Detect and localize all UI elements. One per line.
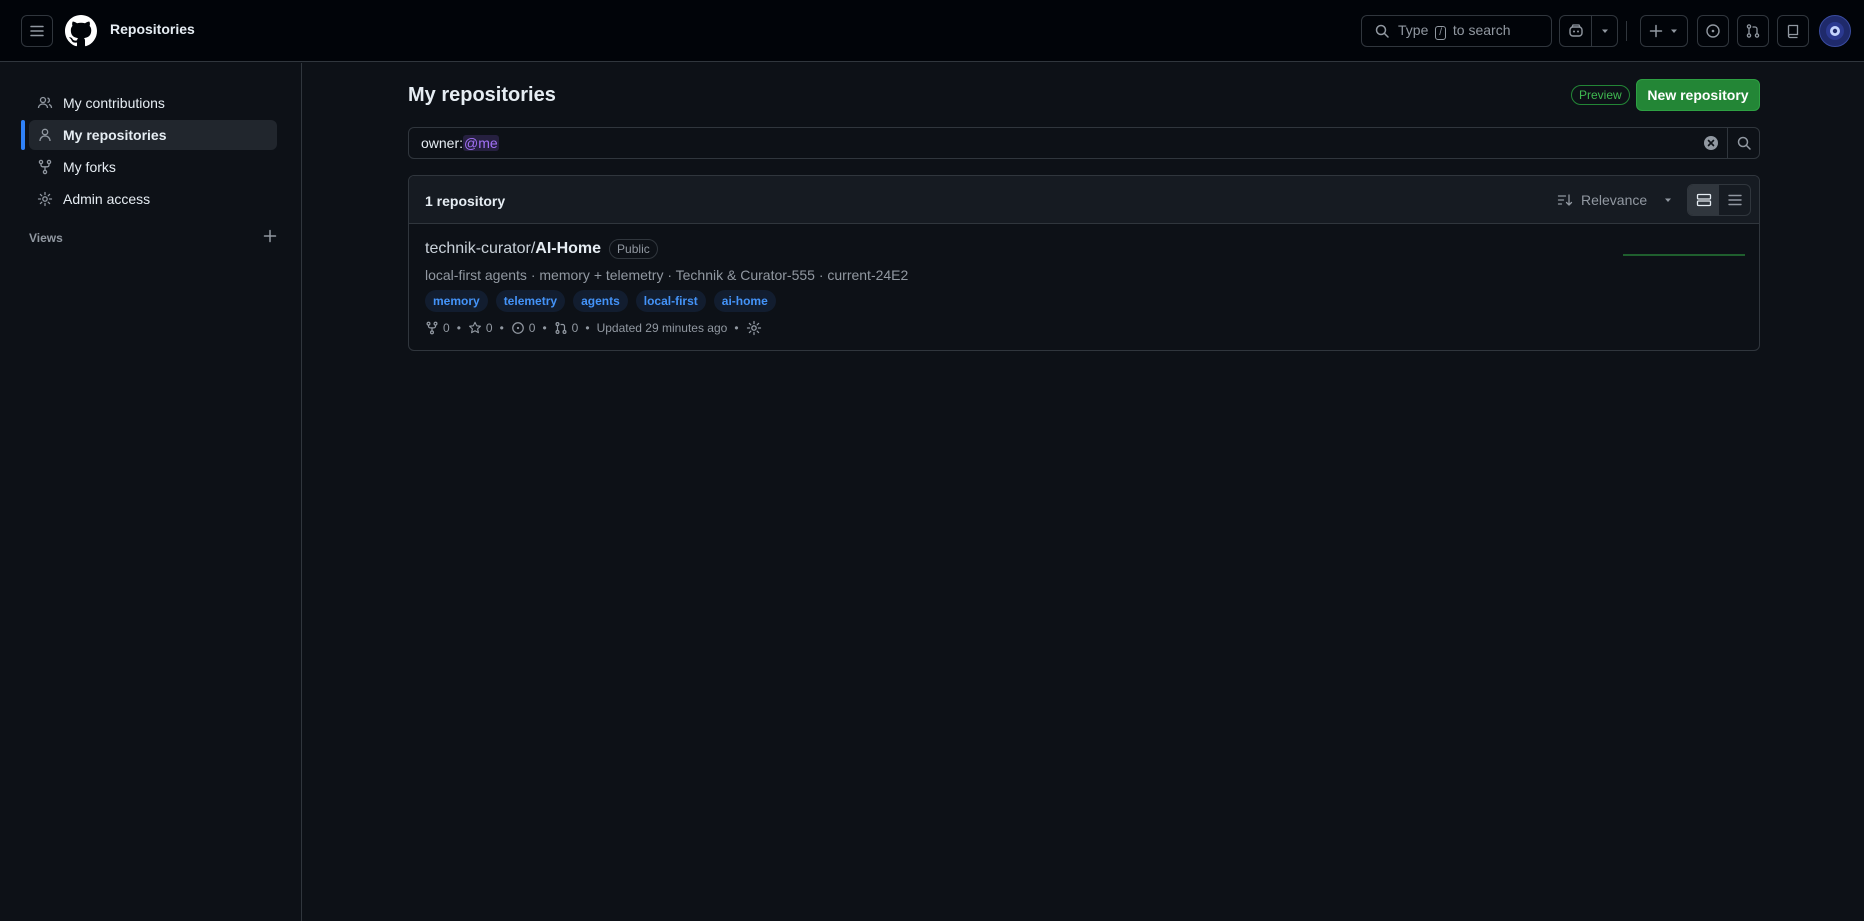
pulls-value: 0 [571,321,579,335]
filter-search-button[interactable] [1727,127,1759,159]
stars-value: 0 [485,321,493,335]
copilot-icon [1568,24,1583,37]
issues-button[interactable] [1697,15,1729,47]
triangle-down-icon [1671,29,1677,33]
sidebar-item-label: My forks [63,159,116,175]
repo-owner: technik-curator/ [425,240,536,257]
forks-value: 0 [443,321,450,335]
repo-meta: 0 • 0 • 0 • 0 • Updated 29 minutes ago • [425,320,762,336]
top-header: Repositories Type / to search [0,0,1864,62]
card-view-icon [1696,193,1711,207]
copilot-button[interactable] [1560,16,1592,46]
add-view-icon[interactable] [262,228,278,244]
avatar-icon [1826,22,1844,40]
visibility-badge: Public [609,239,658,259]
sidebar-item-my-forks[interactable]: My forks [29,152,277,182]
sidebar-item-my-contributions[interactable]: My contributions [29,88,277,118]
search-placeholder-prefix: Type [1398,22,1429,38]
page-context-title[interactable]: Repositories [110,21,195,37]
pull-request-icon [1746,24,1760,38]
gear-icon [37,191,53,207]
forks-count[interactable]: 0 [425,321,450,335]
search-icon [1737,136,1751,150]
copilot-button-group [1559,15,1618,47]
list-view-icon [1727,194,1742,206]
active-nav-indicator [21,120,25,150]
meta-separator: • [734,321,739,335]
search-icon [1375,24,1389,38]
sidebar-item-my-repositories[interactable]: My repositories [29,120,277,150]
topic-tag[interactable]: memory [425,290,488,312]
sort-desc-icon [1557,194,1573,206]
sidebar-item-label: My contributions [63,95,165,111]
issue-icon [1706,24,1720,38]
filter-token: @me [463,135,499,151]
preview-badge[interactable]: Preview [1571,85,1630,105]
hamburger-icon [30,25,44,37]
stars-count[interactable]: 0 [468,321,493,335]
repo-name: AI-Home [535,240,602,257]
plus-icon [1649,24,1663,38]
page-title: My repositories [408,84,556,106]
star-icon [468,321,481,334]
updated-timestamp: Updated 29 minutes ago [596,321,728,335]
sidebar-item-admin-access[interactable]: Admin access [29,184,277,214]
card-view-button[interactable] [1688,185,1719,215]
github-logo-icon[interactable] [65,15,97,47]
repo-topics: memory telemetry agents local-first ai-h… [425,290,776,312]
meta-separator: • [585,321,590,335]
results-count: 1 repository [425,193,506,209]
meta-separator: • [456,321,461,335]
issues-count[interactable]: 0 [511,321,536,335]
filter-keyword: owner: [421,135,464,151]
meta-separator: • [499,321,504,335]
repo-title: technik-curator/AI-Home Public [425,239,658,259]
create-new-button[interactable] [1640,15,1688,47]
fork-icon [38,159,52,175]
topic-tag[interactable]: telemetry [495,290,566,312]
search-shortcut-key: / [1435,26,1447,40]
views-section-label: Views [29,231,63,245]
topic-tag[interactable]: agents [573,290,628,312]
sort-dropdown[interactable]: Relevance [1557,188,1673,212]
menu-button[interactable] [21,15,53,47]
results-header: 1 repository Relevance [409,176,1759,224]
repo-description: local-first agents · memory + telemetry … [425,267,909,283]
repository-filter-input[interactable]: owner: @me [408,127,1760,159]
activity-sparkline [1623,254,1745,256]
repo-link[interactable]: technik-curator/AI-Home [425,240,601,258]
topic-tag[interactable]: local-first [635,290,706,312]
people-icon [37,96,53,109]
clear-filter-icon[interactable] [1703,135,1719,151]
search-placeholder-suffix: to search [1452,22,1511,38]
repositories-button[interactable] [1777,15,1809,47]
global-search-input[interactable]: Type / to search [1361,15,1552,47]
pull-requests-button[interactable] [1737,15,1769,47]
new-repository-button[interactable]: New repository [1636,79,1760,111]
copilot-dropdown-button[interactable] [1592,16,1617,46]
triangle-down-icon [1665,198,1672,202]
header-divider [1626,21,1627,41]
fork-icon [426,321,438,335]
list-view-button[interactable] [1719,185,1750,215]
triangle-down-icon [1601,29,1608,33]
results-panel: 1 repository Relevance technik-curator/A… [408,175,1760,351]
meta-separator: • [542,321,547,335]
person-icon [39,128,51,142]
topic-tag[interactable]: ai-home [713,290,776,312]
gear-icon[interactable] [746,320,762,336]
sort-label: Relevance [1581,192,1648,208]
sidebar-item-label: My repositories [63,127,167,143]
issues-value: 0 [528,321,536,335]
issue-icon [511,322,524,334]
repo-icon [1787,24,1799,39]
user-avatar[interactable] [1819,15,1851,47]
sidebar-item-label: Admin access [63,191,151,207]
pull-request-icon [555,322,567,334]
pulls-count[interactable]: 0 [554,321,579,335]
view-toggle [1687,184,1751,216]
